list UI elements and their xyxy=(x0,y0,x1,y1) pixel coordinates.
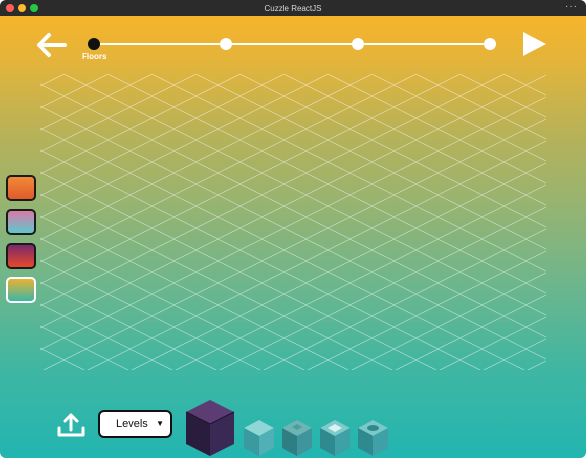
progress-step-label: Floors xyxy=(82,52,107,61)
grid-line xyxy=(239,74,546,228)
grid-line xyxy=(175,184,546,370)
grid-line xyxy=(87,140,546,370)
grid-line xyxy=(40,347,85,370)
grid-line xyxy=(40,105,546,360)
block-teal-cube-dark[interactable] xyxy=(282,420,312,456)
color-palette xyxy=(6,175,36,311)
block-teal-cube[interactable] xyxy=(244,420,274,456)
progress-step-3[interactable] xyxy=(352,38,364,50)
title-bar: Cuzzle ReactJS ··· xyxy=(0,0,586,16)
level-progress xyxy=(88,38,498,50)
progress-track xyxy=(94,43,494,45)
progress-step-4[interactable] xyxy=(484,38,496,50)
grid-line xyxy=(40,127,525,370)
palette-swatch-purple[interactable] xyxy=(6,243,36,269)
zoom-window-button[interactable] xyxy=(30,4,38,12)
grid-line xyxy=(351,272,546,370)
grid-line xyxy=(40,193,393,370)
grid-line xyxy=(40,325,129,370)
grid-line xyxy=(40,74,373,241)
block-teal-cube-window[interactable] xyxy=(320,420,350,456)
chevron-down-icon: ▼ xyxy=(156,419,164,428)
arrow-left-icon[interactable] xyxy=(36,32,68,58)
grid-line xyxy=(219,206,546,370)
palette-swatch-orange[interactable] xyxy=(6,175,36,201)
window-title: Cuzzle ReactJS xyxy=(264,3,322,13)
grid-line xyxy=(131,162,546,370)
grid-line xyxy=(40,96,546,351)
grid-line xyxy=(40,171,437,370)
levels-dropdown[interactable]: Levels ▼ xyxy=(98,410,172,438)
progress-step-floors[interactable] xyxy=(88,38,100,50)
close-window-button[interactable] xyxy=(6,4,14,12)
play-icon[interactable] xyxy=(520,30,548,58)
grid-line xyxy=(151,74,546,272)
grid-line xyxy=(307,250,546,370)
block-picker xyxy=(186,400,388,456)
block-dark-cube[interactable] xyxy=(186,400,235,456)
grid-line xyxy=(40,149,481,370)
grid-line xyxy=(527,360,546,370)
grid-line xyxy=(40,259,261,370)
minimize-window-button[interactable] xyxy=(18,4,26,12)
grid-line xyxy=(40,215,349,370)
grid-line xyxy=(503,74,546,96)
progress-step-2[interactable] xyxy=(220,38,232,50)
editor-canvas: Floors Levels ▼ xyxy=(0,16,586,458)
upload-icon[interactable] xyxy=(56,412,86,438)
more-options-icon[interactable]: ··· xyxy=(565,1,578,12)
levels-dropdown-value: Levels xyxy=(116,418,148,430)
grid-line xyxy=(40,74,109,109)
isometric-floor-grid[interactable] xyxy=(40,74,546,370)
grid-line xyxy=(40,74,546,329)
palette-swatch-yellow-teal[interactable] xyxy=(6,277,36,303)
grid-line xyxy=(40,281,217,370)
grid-line xyxy=(40,83,546,338)
grid-line xyxy=(63,74,546,316)
grid-line xyxy=(439,316,546,370)
app-window: Cuzzle ReactJS ··· Floors Levels ▼ xyxy=(0,0,586,458)
block-teal-cube-round[interactable] xyxy=(358,420,388,456)
palette-swatch-pink[interactable] xyxy=(6,209,36,235)
